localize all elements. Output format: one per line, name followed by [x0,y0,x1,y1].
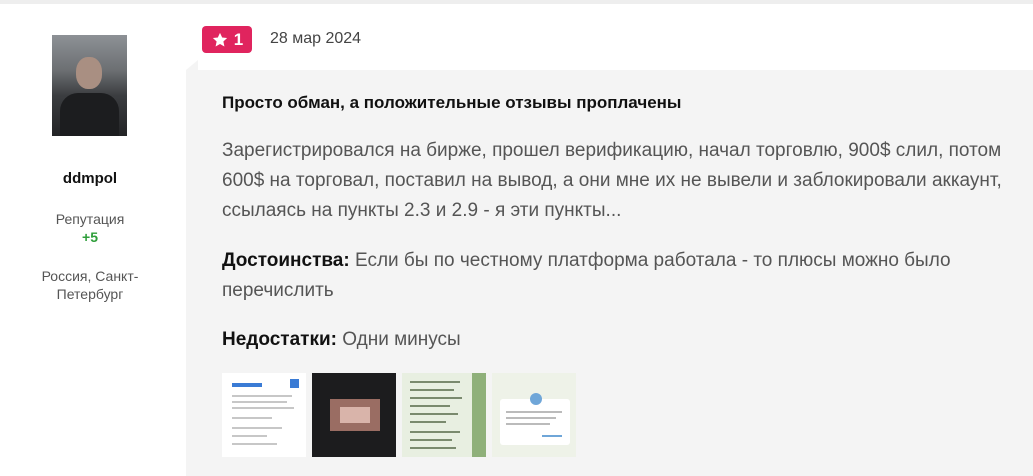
rating-badge: 1 [202,26,252,53]
user-location: Россия, Санкт-Петербург [41,268,139,302]
review-title[interactable]: Просто обман, а положительные отзывы про… [222,93,681,113]
reputation-label: Репутация [55,211,125,227]
avatar-body [60,93,119,136]
reputation-value: +5 [82,229,98,245]
attachment-thumbnail[interactable] [492,373,576,457]
star-icon [212,32,227,46]
card-notch [186,60,198,70]
review-pros: Достоинства: Если бы по честному платфор… [222,246,1022,306]
review-date: 28 мар 2024 [270,30,362,47]
user-column: ddmpol Репутация +5 Россия, Санкт-Петерб… [0,0,180,476]
rating-value: 1 [233,29,244,49]
review-text: Зарегистрировался на бирже, прошел вериф… [222,140,1002,221]
attachment-thumbnail[interactable] [402,373,486,457]
review-cons: Недостатки: Одни минусы [222,325,1022,355]
attachment-thumbnail[interactable] [312,373,396,457]
cons-label: Недостатки: [222,329,337,350]
avatar-head [76,57,102,89]
pros-label: Достоинства: [222,250,350,271]
username[interactable]: ddmpol [0,170,180,187]
cons-text: Одни минусы [342,329,461,350]
attachment-thumbnails [222,373,576,457]
avatar[interactable] [52,35,127,136]
attachment-thumbnail[interactable] [222,373,306,457]
